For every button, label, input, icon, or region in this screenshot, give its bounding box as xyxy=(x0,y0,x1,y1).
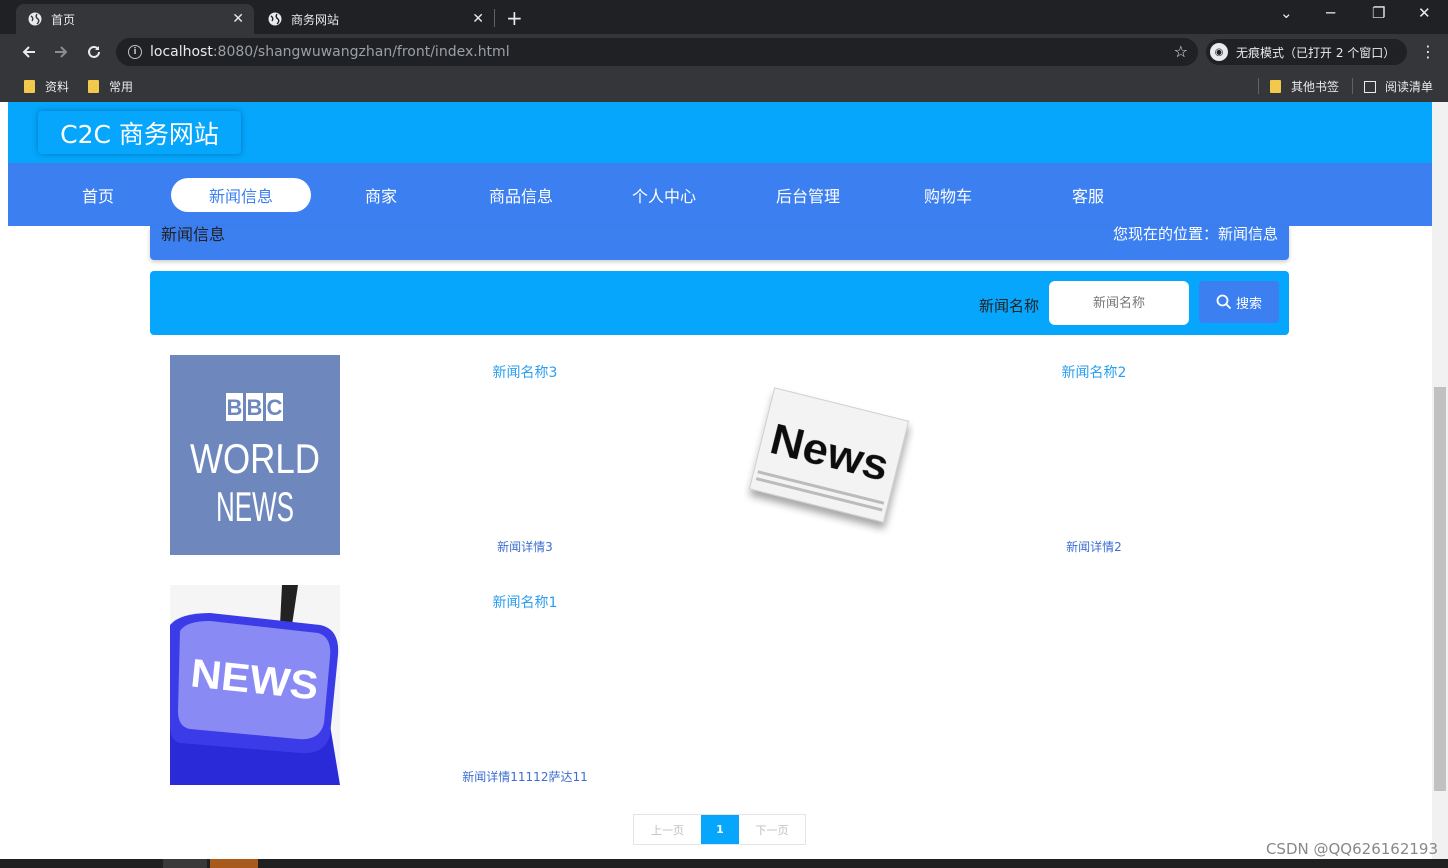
forward-icon[interactable] xyxy=(53,44,69,60)
bookmarks-bar: 资料 常用 其他书签 阅读清单 xyxy=(0,70,1448,102)
nav-item-products[interactable]: 商品信息 xyxy=(476,178,566,212)
svg-text:WORLD: WORLD xyxy=(190,435,320,482)
search-bar: 新闻名称 搜索 xyxy=(150,271,1289,335)
reading-list[interactable]: 阅读清单 xyxy=(1364,78,1433,95)
search-button[interactable]: 搜索 xyxy=(1199,281,1279,323)
tab-business-site[interactable]: 商务网站 ✕ xyxy=(256,4,494,34)
news-title-link[interactable]: 新闻名称3 xyxy=(493,362,558,382)
bbc-world-news-image: B B C WORLD NEWS xyxy=(190,393,320,530)
news-title-link[interactable]: 新闻名称2 xyxy=(1062,362,1127,382)
tab-separator xyxy=(494,9,495,27)
taskbar-app[interactable] xyxy=(163,859,207,868)
search-button-label: 搜索 xyxy=(1235,296,1262,312)
close-window-button[interactable]: ✕ xyxy=(1418,4,1431,22)
site-header: C2C 商务网站 xyxy=(8,102,1432,163)
bookmark-folder[interactable]: 资料 xyxy=(24,78,69,95)
svg-text:C: C xyxy=(267,395,283,420)
nav-item-service[interactable]: 客服 xyxy=(1053,178,1123,212)
svg-text:NEWS: NEWS xyxy=(216,483,294,530)
bookmark-label: 资料 xyxy=(45,80,70,94)
info-icon[interactable]: i xyxy=(128,45,142,59)
tab-title: 首页 xyxy=(51,12,76,27)
bookmark-separator xyxy=(1258,78,1259,94)
current-location: 您现在的位置：新闻信息 xyxy=(1112,225,1278,243)
close-tab-icon[interactable]: ✕ xyxy=(232,11,244,27)
page-viewport: C2C 商务网站 首页 新闻信息 商家 商品信息 个人中心 后台管理 购物车 客… xyxy=(8,102,1432,859)
nav-item-news[interactable]: 新闻信息 xyxy=(171,178,311,212)
current-page[interactable]: 1 xyxy=(701,815,739,844)
url-host: localhost xyxy=(150,44,213,60)
search-input[interactable] xyxy=(1049,281,1189,325)
address-bar[interactable]: i localhost:8080/shangwuwangzhan/front/i… xyxy=(116,38,1198,66)
reading-list-icon xyxy=(1364,80,1376,93)
tab-search-icon[interactable]: ⌄ xyxy=(1280,4,1293,22)
prev-page-button[interactable]: 上一页 xyxy=(634,815,701,844)
news-thumbnail[interactable]: B B C WORLD NEWS xyxy=(170,355,340,555)
main-nav: 首页 新闻信息 商家 商品信息 个人中心 后台管理 购物车 客服 xyxy=(8,163,1432,226)
site-logo[interactable]: C2C 商务网站 xyxy=(38,111,241,154)
folder-icon xyxy=(88,80,99,93)
nav-item-cart[interactable]: 购物车 xyxy=(913,178,983,212)
page-title: 新闻信息 xyxy=(161,225,226,244)
incognito-icon: ◉ xyxy=(1210,43,1228,61)
news-thumbnail[interactable]: NEWS xyxy=(170,585,340,785)
pagination: 上一页 1 下一页 xyxy=(633,814,806,845)
nav-item-profile[interactable]: 个人中心 xyxy=(619,178,709,212)
folder-icon xyxy=(24,80,35,93)
bookmark-label: 其他书签 xyxy=(1291,80,1340,94)
svg-text:B: B xyxy=(247,395,263,420)
nav-item-home[interactable]: 首页 xyxy=(63,178,133,212)
menu-icon[interactable]: ⋮ xyxy=(1420,42,1436,61)
bookmark-folder[interactable]: 常用 xyxy=(88,78,133,95)
breadcrumb: 新闻信息 您现在的位置：新闻信息 xyxy=(150,226,1289,260)
bookmark-separator xyxy=(1352,78,1353,94)
bookmark-label: 阅读清单 xyxy=(1385,80,1434,94)
new-tab-button[interactable]: + xyxy=(506,6,523,30)
browser-toolbar: i localhost:8080/shangwuwangzhan/front/i… xyxy=(0,34,1448,70)
bookmark-label: 常用 xyxy=(109,80,134,94)
back-icon[interactable] xyxy=(21,44,37,60)
scrollbar-thumb[interactable] xyxy=(1434,387,1446,791)
reload-icon[interactable] xyxy=(86,44,102,60)
restore-button[interactable]: ❐ xyxy=(1372,4,1385,22)
news-key-image: NEWS xyxy=(170,585,340,785)
news-title-link[interactable]: 新闻名称1 xyxy=(493,592,558,612)
page-scrollbar[interactable] xyxy=(1432,102,1448,859)
globe-icon xyxy=(28,12,42,26)
search-icon xyxy=(1216,294,1232,310)
search-label: 新闻名称 xyxy=(978,297,1039,315)
next-page-button[interactable]: 下一页 xyxy=(739,815,805,844)
star-icon[interactable]: ☆ xyxy=(1174,42,1188,61)
incognito-indicator[interactable]: ◉ 无痕模式（已打开 2 个窗口） xyxy=(1206,39,1408,65)
news-detail-link[interactable]: 新闻详情3 xyxy=(497,538,553,555)
close-tab-icon[interactable]: ✕ xyxy=(472,11,484,27)
tab-home[interactable]: 首页 ✕ xyxy=(16,4,254,34)
watermark: CSDN @QQ626162193 xyxy=(1265,840,1438,858)
newspaper-image: News xyxy=(748,387,910,523)
incognito-label: 无痕模式（已打开 2 个窗口） xyxy=(1236,45,1396,60)
folder-icon xyxy=(1270,80,1281,93)
nav-item-admin[interactable]: 后台管理 xyxy=(763,178,853,212)
minimize-button[interactable]: ─ xyxy=(1326,4,1335,22)
news-detail-link[interactable]: 新闻详情2 xyxy=(1066,538,1122,555)
other-bookmarks[interactable]: 其他书签 xyxy=(1270,78,1339,95)
nav-item-merchants[interactable]: 商家 xyxy=(346,178,416,212)
globe-icon xyxy=(268,12,282,26)
news-detail-link[interactable]: 新闻详情11112萨达11 xyxy=(462,768,587,785)
svg-text:B: B xyxy=(227,395,243,420)
taskbar-app[interactable] xyxy=(210,859,258,868)
browser-tab-strip: 首页 ✕ 商务网站 ✕ + ⌄ ─ ❐ ✕ xyxy=(0,0,1448,34)
tab-title: 商务网站 xyxy=(291,12,340,27)
os-taskbar xyxy=(0,859,1448,868)
news-thumbnail[interactable]: News xyxy=(744,355,914,555)
url-path: :8080/shangwuwangzhan/front/index.html xyxy=(212,44,510,60)
